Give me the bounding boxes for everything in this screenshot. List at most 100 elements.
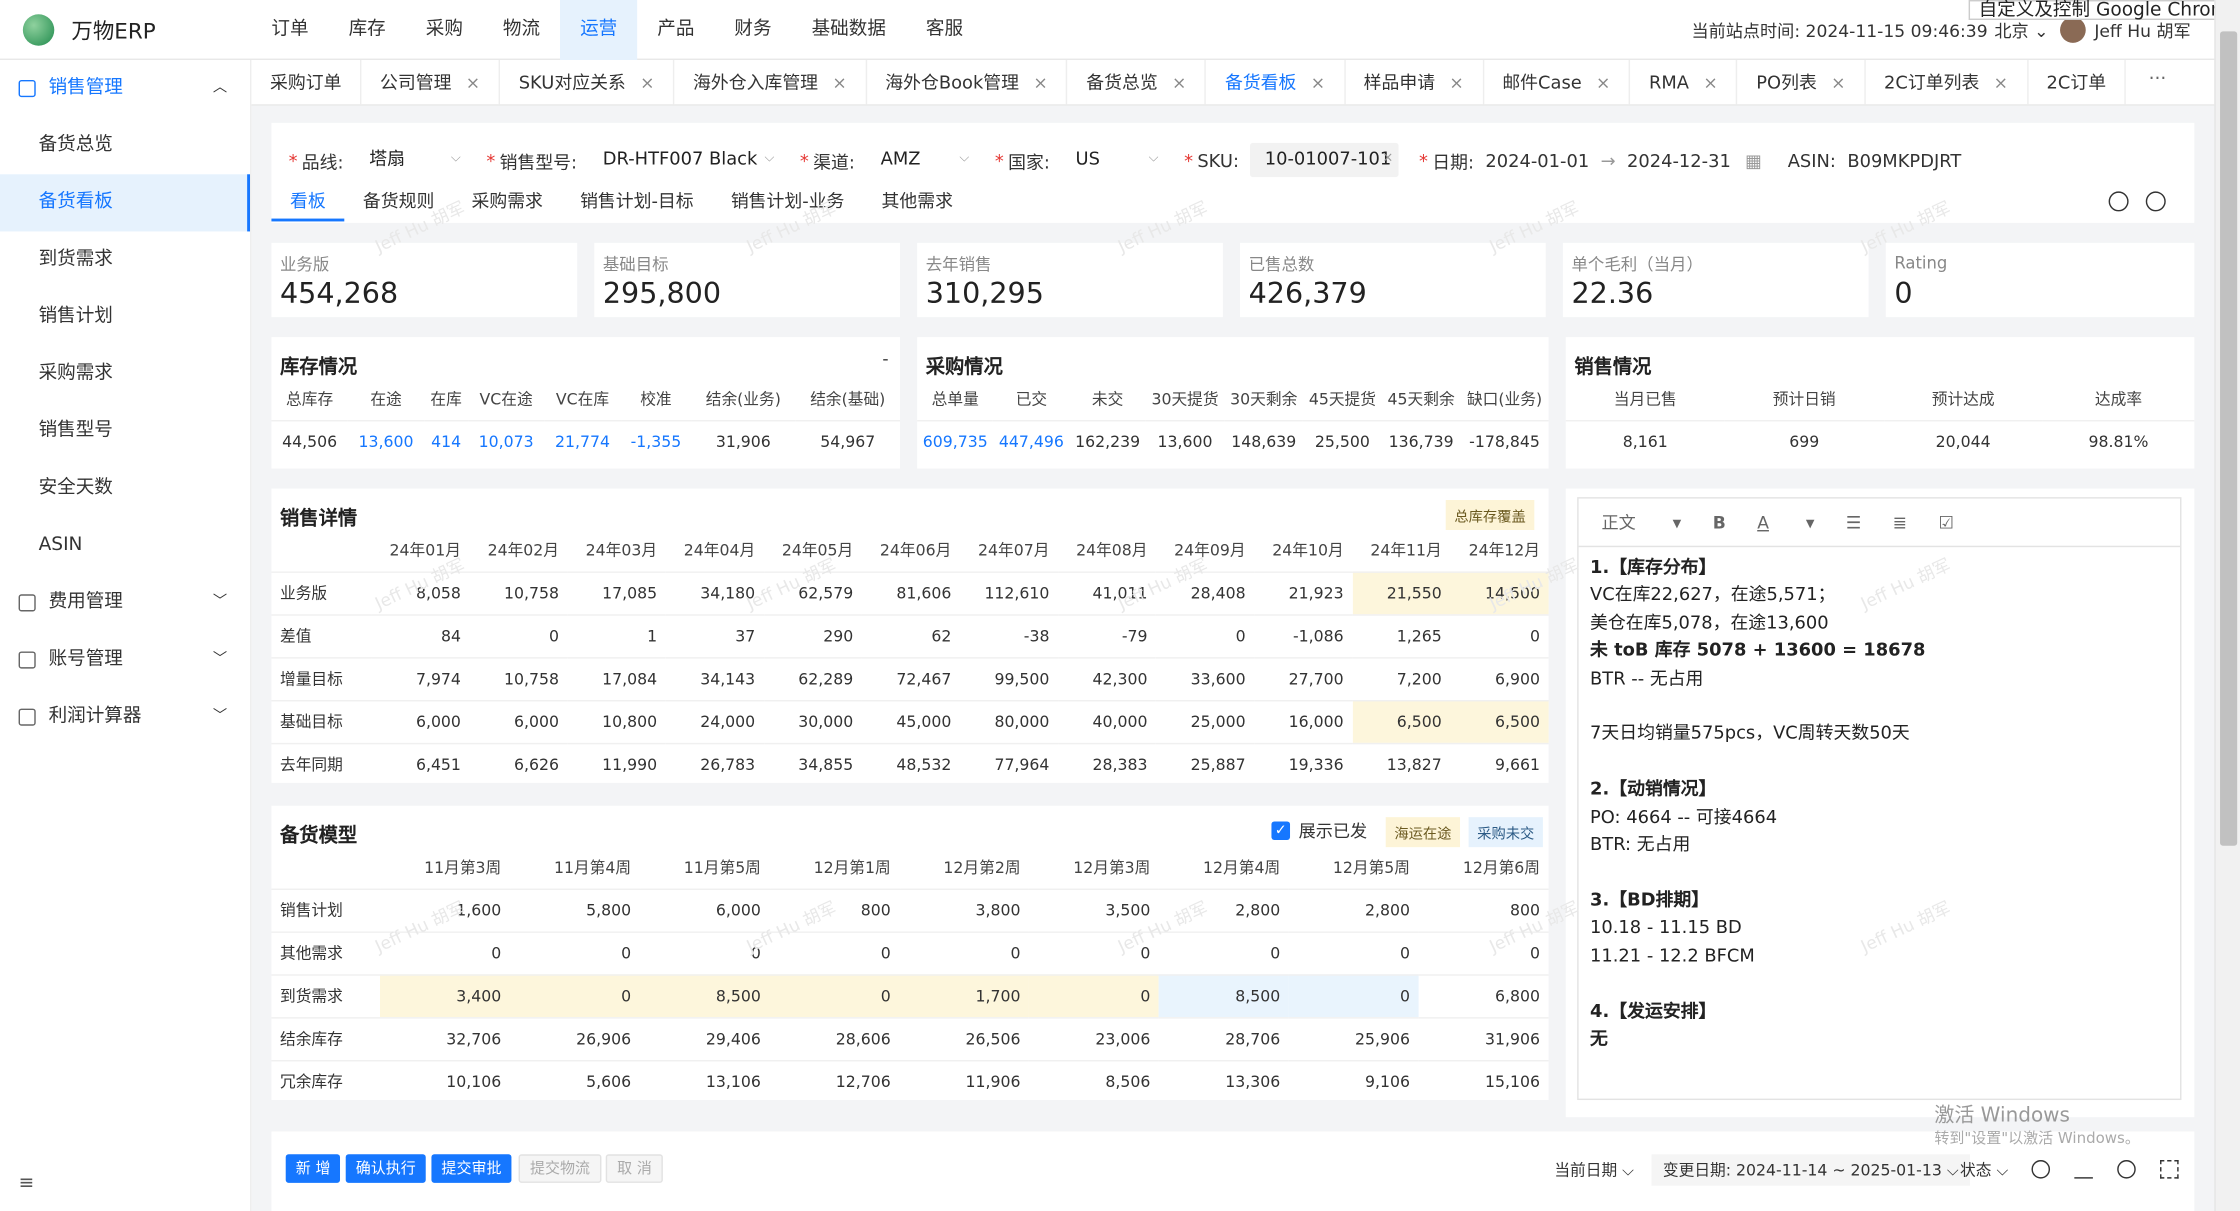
close-icon[interactable]: × (1311, 73, 1325, 93)
sidebar-item[interactable]: ASIN (0, 517, 250, 574)
submit-logistics-button[interactable]: 提交物流 (518, 1154, 602, 1183)
bold-icon[interactable]: B (1713, 512, 1726, 532)
tab-item[interactable]: 备货看板 × (1206, 60, 1346, 105)
nav-item[interactable]: 采购 (406, 0, 483, 60)
location-select[interactable]: 北京 ⌄ (1994, 19, 2048, 43)
tab-item[interactable]: PO列表 × (1738, 60, 1866, 105)
show-shipped-checkbox[interactable]: ✓ (1271, 821, 1291, 841)
fullscreen-icon[interactable] (2160, 1160, 2179, 1179)
sidebar-item[interactable]: 采购需求 (0, 346, 250, 403)
bullet-list-icon[interactable]: ☰ (1846, 512, 1861, 532)
refresh-icon[interactable] (2108, 191, 2129, 212)
table-cell[interactable]: -1,355 (620, 419, 692, 463)
sidebar-item[interactable]: 到货需求 (0, 231, 250, 288)
notes-editor[interactable]: 正文 ▾ B A ▾ ☰ ≣ ☑ 1.【库存分布】 VC在库22,627，在途5,… (1577, 497, 2182, 1101)
country-select[interactable]: US ⌵ (1061, 143, 1164, 177)
sidebar-group-expense[interactable]: 费用管理 ﹀ (0, 574, 250, 631)
sidebar-group-sales[interactable]: 销售管理 ︿ (0, 60, 250, 117)
table-cell[interactable]: 8,500 (1158, 973, 1289, 1018)
purchase-undelivered-badge[interactable]: 采购未交 (1468, 817, 1543, 848)
close-icon[interactable]: × (1994, 73, 2008, 93)
paragraph-style-select[interactable]: 正文 ▾ (1601, 510, 1681, 534)
settings-icon[interactable] (2117, 1160, 2136, 1179)
table-cell[interactable]: 10,073 (467, 419, 545, 463)
table-cell[interactable]: 0 (1029, 973, 1159, 1018)
nav-item[interactable]: 财务 (714, 0, 791, 60)
channel-select[interactable]: AMZ ⌵ (866, 143, 975, 177)
nav-item[interactable]: 产品 (637, 0, 714, 60)
close-icon[interactable]: × (1449, 73, 1463, 93)
date-from-input[interactable]: 2024-01-01 (1485, 149, 1589, 170)
checklist-icon[interactable]: ☑ (1938, 512, 1953, 532)
calendar-icon[interactable]: ▦ (1745, 149, 1762, 170)
more-icon[interactable] (2145, 191, 2166, 212)
date-to-input[interactable]: 2024-12-31 (1627, 149, 1731, 170)
close-icon[interactable]: × (1172, 73, 1186, 93)
text-color-select[interactable]: A ▾ (1757, 512, 1814, 532)
table-cell[interactable]: 609,735 (917, 419, 994, 463)
status-select[interactable]: 状态 ⌵ (1960, 1159, 2008, 1182)
editor-body[interactable]: 1.【库存分布】 VC在库22,627，在途5,571； 美仓在库5,078，在途1… (1579, 547, 2180, 1057)
submit-approval-button[interactable]: 提交审批 (431, 1154, 512, 1183)
tab-item[interactable]: SKU对应关系 × (500, 60, 675, 105)
close-icon[interactable]: × (1831, 73, 1845, 93)
sidebar-group-profit[interactable]: 利润计算器 ﹀ (0, 689, 250, 746)
tab-item[interactable]: 2C订单列表 × (1865, 60, 2028, 105)
collapse-menu-icon[interactable]: ≡ (19, 1173, 35, 1194)
sub-tab[interactable]: 其他需求 (863, 186, 972, 222)
tab-item[interactable]: 公司管理 × (361, 60, 501, 105)
close-icon[interactable]: × (466, 73, 480, 93)
cancel-button[interactable]: 取 消 (605, 1154, 664, 1183)
model-select[interactable]: DR-HTF007 Black ⌵ (588, 143, 779, 177)
close-icon[interactable]: × (1703, 73, 1717, 93)
nav-item[interactable]: 运营 (560, 0, 638, 61)
table-cell[interactable]: 0 (769, 973, 900, 1018)
table-cell[interactable]: 8,500 (639, 973, 770, 1018)
table-cell[interactable]: 1,700 (899, 973, 1030, 1018)
sidebar-item[interactable]: 备货总览 (0, 117, 250, 174)
tab-item[interactable]: 样品申请 × (1345, 60, 1484, 105)
sidebar-item[interactable]: 安全天数 (0, 460, 250, 517)
new-button[interactable]: 新 增 (285, 1154, 341, 1183)
confirm-button[interactable]: 确认执行 (345, 1154, 426, 1183)
numbered-list-icon[interactable]: ≣ (1893, 512, 1907, 532)
sidebar-item[interactable]: 销售型号 (0, 403, 250, 460)
nav-item[interactable]: 物流 (483, 0, 560, 60)
nav-item[interactable]: 基础数据 (792, 0, 906, 60)
table-cell[interactable]: 3,400 (380, 973, 510, 1018)
tab-item[interactable]: 备货总览 × (1068, 60, 1207, 105)
sub-tab[interactable]: 备货规则 (344, 186, 453, 222)
table-cell[interactable]: 0 (509, 973, 640, 1018)
sub-tab[interactable]: 看板 (271, 186, 345, 222)
change-date-select[interactable]: 变更日期: 2024-11-14 ~ 2025-01-13 ⌵ (1651, 1154, 1971, 1186)
current-date-select[interactable]: 当前日期 ⌵ (1554, 1159, 1634, 1182)
tab-item[interactable]: 采购订单 (251, 60, 362, 105)
close-icon[interactable]: × (1033, 73, 1047, 93)
tab-item[interactable]: 2C订单 (2028, 60, 2127, 105)
nav-item[interactable]: 客服 (906, 0, 983, 60)
table-cell[interactable]: 21,774 (544, 419, 621, 463)
refresh-icon[interactable] (2031, 1160, 2051, 1179)
sidebar-item[interactable]: 销售计划 (0, 289, 250, 346)
sku-select[interactable]: 10-01007-101 × (1250, 142, 1400, 178)
close-icon[interactable]: × (640, 73, 654, 93)
tab-item[interactable]: 邮件Case × (1484, 60, 1631, 105)
asin-value[interactable]: B09MKPDJRT (1847, 149, 1961, 170)
table-cell[interactable]: 13,600 (347, 419, 425, 463)
sub-tab[interactable]: 采购需求 (453, 186, 562, 222)
column-height-icon[interactable] (2074, 1160, 2093, 1179)
sub-tab[interactable]: 销售计划-业务 (712, 186, 863, 222)
inventory-coverage-badge[interactable]: 总库存覆盖 (1445, 500, 1535, 531)
table-cell[interactable]: 0 (1288, 973, 1419, 1018)
tab-item[interactable]: 海外仓入库管理 × (674, 60, 867, 105)
nav-item[interactable]: 订单 (251, 0, 328, 60)
tab-item[interactable]: RMA × (1630, 60, 1738, 105)
nav-item[interactable]: 库存 (329, 0, 406, 60)
close-icon[interactable]: × (832, 73, 846, 93)
clear-icon[interactable]: × (1383, 143, 1394, 174)
table-cell[interactable]: 447,496 (993, 419, 1070, 463)
close-icon[interactable]: × (1596, 73, 1610, 93)
line-select[interactable]: 塔扇 ⌵ (355, 143, 466, 177)
table-cell[interactable]: 6,800 (1418, 973, 1549, 1018)
tabs-more-icon[interactable]: ··· (2149, 60, 2212, 100)
